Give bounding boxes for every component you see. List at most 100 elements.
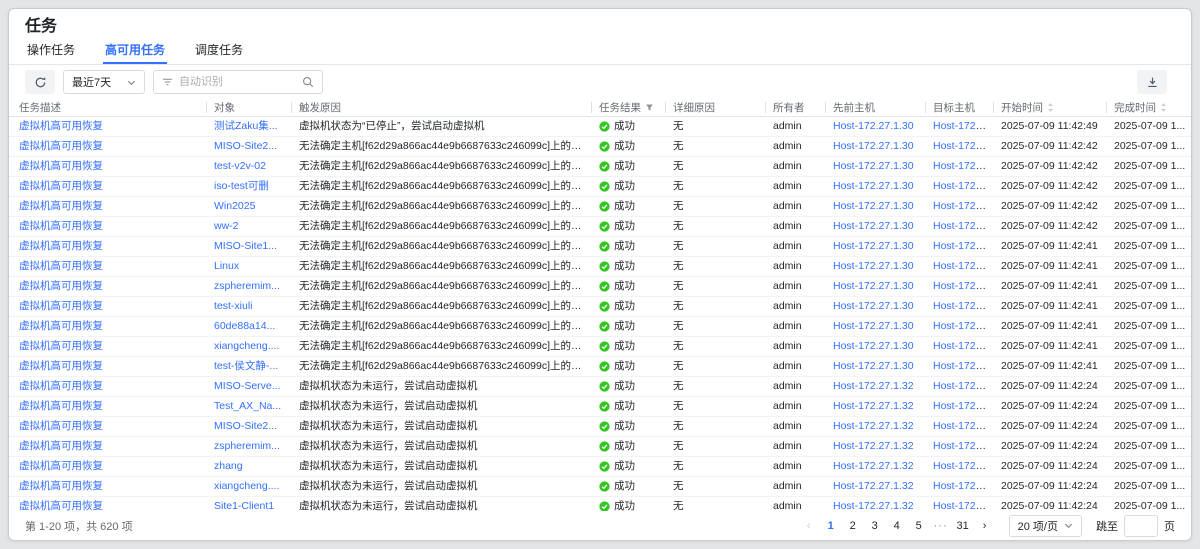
desc-link[interactable]: 虚拟机高可用恢复	[19, 300, 103, 312]
desc-link[interactable]: 虚拟机高可用恢复	[19, 180, 103, 192]
desc-link[interactable]: 虚拟机高可用恢复	[19, 480, 103, 492]
desc-link[interactable]: 虚拟机高可用恢复	[19, 280, 103, 292]
object-link[interactable]: MISO-Site2...	[214, 140, 277, 152]
desc-link[interactable]: 虚拟机高可用恢复	[19, 460, 103, 472]
search-icon[interactable]	[302, 76, 314, 88]
next-page-button[interactable]: ›	[975, 516, 995, 536]
desc-link[interactable]: 虚拟机高可用恢复	[19, 320, 103, 332]
target_host-link[interactable]: Host-172.27...	[933, 400, 993, 412]
desc-link[interactable]: 虚拟机高可用恢复	[19, 420, 103, 432]
object-link[interactable]: 测试Zaku集...	[214, 120, 278, 132]
page-button-1[interactable]: 1	[821, 516, 841, 536]
prev_host-link[interactable]: Host-172.27.1.30	[833, 300, 914, 312]
object-link[interactable]: MISO-Serve...	[214, 380, 281, 392]
column-header-detail[interactable]: 详细原因	[665, 99, 765, 116]
desc-link[interactable]: 虚拟机高可用恢复	[19, 400, 103, 412]
page-ellipsis[interactable]: ···	[931, 516, 951, 536]
object-link[interactable]: zspheremim...	[214, 280, 280, 292]
desc-link[interactable]: 虚拟机高可用恢复	[19, 160, 103, 172]
column-header-owner[interactable]: 所有者	[765, 99, 825, 116]
prev_host-link[interactable]: Host-172.27.1.30	[833, 160, 914, 172]
prev_host-link[interactable]: Host-172.27.1.32	[833, 420, 914, 432]
column-header-end_time[interactable]: 完成时间	[1106, 99, 1191, 116]
download-button[interactable]	[1137, 70, 1167, 94]
desc-link[interactable]: 虚拟机高可用恢复	[19, 500, 103, 511]
column-header-reason[interactable]: 触发原因	[291, 99, 591, 116]
target_host-link[interactable]: Host-172.27...	[933, 280, 993, 292]
object-link[interactable]: xiangcheng....	[214, 340, 279, 352]
target_host-link[interactable]: Host-172.27...	[933, 320, 993, 332]
prev_host-link[interactable]: Host-172.27.1.30	[833, 260, 914, 272]
object-link[interactable]: Test_AX_Na...	[214, 400, 281, 412]
target_host-link[interactable]: Host-172.27...	[933, 200, 993, 212]
prev-page-button[interactable]: ‹	[799, 516, 819, 536]
target_host-link[interactable]: Host-172.27...	[933, 360, 993, 372]
target_host-link[interactable]: Host-172.27...	[933, 380, 993, 392]
prev_host-link[interactable]: Host-172.27.1.32	[833, 440, 914, 452]
prev_host-link[interactable]: Host-172.27.1.32	[833, 400, 914, 412]
search-box[interactable]	[153, 70, 323, 94]
target_host-link[interactable]: Host-172.27...	[933, 140, 993, 152]
target_host-link[interactable]: Host-172.27...	[933, 240, 993, 252]
prev_host-link[interactable]: Host-172.27.1.30	[833, 220, 914, 232]
object-link[interactable]: Linux	[214, 260, 239, 272]
object-link[interactable]: test-xiuli	[214, 300, 253, 312]
object-link[interactable]: ww-2	[214, 220, 239, 232]
sort-carets-icon[interactable]	[1047, 102, 1054, 113]
page-button-3[interactable]: 3	[865, 516, 885, 536]
desc-link[interactable]: 虚拟机高可用恢复	[19, 380, 103, 392]
tab-ha-tasks[interactable]: 高可用任务	[103, 39, 167, 64]
desc-link[interactable]: 虚拟机高可用恢复	[19, 200, 103, 212]
object-link[interactable]: MISO-Site2...	[214, 420, 277, 432]
column-header-result[interactable]: 任务结果	[591, 99, 665, 116]
prev_host-link[interactable]: Host-172.27.1.32	[833, 480, 914, 492]
column-header-desc[interactable]: 任务描述	[9, 99, 206, 116]
tab-operation-tasks[interactable]: 操作任务	[25, 39, 77, 64]
column-header-target_host[interactable]: 目标主机	[925, 99, 993, 116]
target_host-link[interactable]: Host-172.27...	[933, 300, 993, 312]
jump-page-input[interactable]	[1124, 515, 1158, 537]
target_host-link[interactable]: Host-172.27...	[933, 260, 993, 272]
prev_host-link[interactable]: Host-172.27.1.30	[833, 140, 914, 152]
desc-link[interactable]: 虚拟机高可用恢复	[19, 260, 103, 272]
prev_host-link[interactable]: Host-172.27.1.30	[833, 180, 914, 192]
page-button-4[interactable]: 4	[887, 516, 907, 536]
object-link[interactable]: zspheremim...	[214, 440, 280, 452]
prev_host-link[interactable]: Host-172.27.1.32	[833, 380, 914, 392]
object-link[interactable]: Win2025	[214, 200, 255, 212]
target_host-link[interactable]: Host-172.27...	[933, 480, 993, 492]
page-size-select[interactable]: 20 项/页	[1009, 515, 1082, 537]
target_host-link[interactable]: Host-172.27...	[933, 420, 993, 432]
target_host-link[interactable]: Host-172.27...	[933, 120, 993, 132]
target_host-link[interactable]: Host-172.27...	[933, 460, 993, 472]
filter-funnel-icon[interactable]	[645, 103, 654, 112]
desc-link[interactable]: 虚拟机高可用恢复	[19, 340, 103, 352]
prev_host-link[interactable]: Host-172.27.1.32	[833, 460, 914, 472]
prev_host-link[interactable]: Host-172.27.1.30	[833, 340, 914, 352]
column-header-start_time[interactable]: 开始时间	[993, 99, 1106, 116]
prev_host-link[interactable]: Host-172.27.1.30	[833, 320, 914, 332]
tab-scheduled-tasks[interactable]: 调度任务	[193, 39, 245, 64]
column-header-prev_host[interactable]: 先前主机	[825, 99, 925, 116]
target_host-link[interactable]: Host-172.27...	[933, 440, 993, 452]
prev_host-link[interactable]: Host-172.27.1.30	[833, 240, 914, 252]
object-link[interactable]: test-v2v-02	[214, 160, 266, 172]
prev_host-link[interactable]: Host-172.27.1.30	[833, 280, 914, 292]
prev_host-link[interactable]: Host-172.27.1.30	[833, 200, 914, 212]
object-link[interactable]: 60de88a14...	[214, 320, 275, 332]
desc-link[interactable]: 虚拟机高可用恢复	[19, 120, 103, 132]
object-link[interactable]: Site1-Client1	[214, 500, 274, 511]
object-link[interactable]: xiangcheng....	[214, 480, 279, 492]
desc-link[interactable]: 虚拟机高可用恢复	[19, 140, 103, 152]
target_host-link[interactable]: Host-172.27...	[933, 500, 993, 511]
desc-link[interactable]: 虚拟机高可用恢复	[19, 220, 103, 232]
sort-carets-icon[interactable]	[1160, 102, 1167, 113]
refresh-button[interactable]	[25, 70, 55, 94]
search-input[interactable]	[179, 76, 296, 88]
desc-link[interactable]: 虚拟机高可用恢复	[19, 440, 103, 452]
column-header-object[interactable]: 对象	[206, 99, 291, 116]
target_host-link[interactable]: Host-172.27...	[933, 180, 993, 192]
page-button-5[interactable]: 5	[909, 516, 929, 536]
page-button-2[interactable]: 2	[843, 516, 863, 536]
prev_host-link[interactable]: Host-172.27.1.32	[833, 500, 914, 511]
